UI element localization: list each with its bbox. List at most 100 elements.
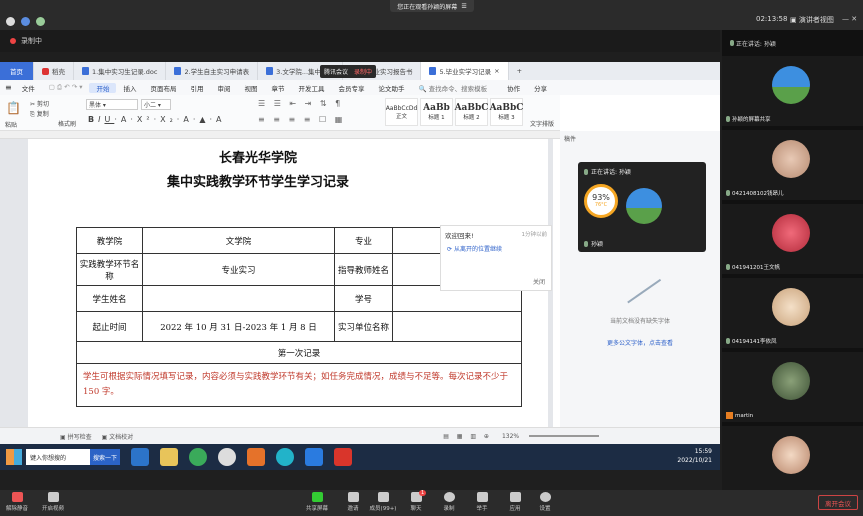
taskbar-search-button[interactable]: 搜索一下 <box>90 449 120 465</box>
table-cell[interactable]: 指导教师姓名 <box>334 253 393 286</box>
participant-tile[interactable]: 041941201王文帆 <box>722 204 863 276</box>
copy-button[interactable]: ⎘ 复制 <box>30 109 49 119</box>
tab-home[interactable]: 首页 <box>0 62 34 80</box>
doc-title-record: 集中实践教学环节学生学习记录 <box>166 175 349 190</box>
menu-insert[interactable]: 插入 <box>116 83 143 93</box>
table-cell[interactable]: 学号 <box>334 285 393 312</box>
window-controls[interactable]: — ✕ <box>842 15 857 23</box>
table-cell[interactable]: 起止时间 <box>76 311 143 342</box>
table-cell[interactable]: 实习单位名称 <box>334 311 393 342</box>
resume-link[interactable]: ⟳ 从离开的位置继续 <box>447 244 502 253</box>
table-cell[interactable] <box>142 285 335 312</box>
share-button[interactable]: 分享 <box>527 83 554 93</box>
table-cell[interactable]: 专业 <box>334 227 393 254</box>
collab-button[interactable]: 协作 <box>500 83 527 93</box>
menu-dev-tools[interactable]: 开发工具 <box>291 83 331 93</box>
menu-page-layout[interactable]: 页面布局 <box>143 83 183 93</box>
media-player-icon[interactable] <box>247 448 265 466</box>
zoom-value[interactable]: 132% <box>502 433 519 440</box>
paste-icon[interactable]: 📋 <box>6 101 21 115</box>
menu-chapter[interactable]: 章节 <box>264 83 291 93</box>
tencent-meeting-icon[interactable] <box>305 448 323 466</box>
style-heading-3[interactable]: AaBbC 标题 3 <box>490 98 523 126</box>
video-button[interactable]: 开启视频 <box>38 492 68 512</box>
mic-muted-icon <box>11 492 23 502</box>
tab-docer[interactable]: 稻壳 <box>34 62 74 80</box>
participant-tile[interactable]: 04194141李依凤 <box>722 278 863 350</box>
menu-start[interactable]: 开始 <box>89 82 117 93</box>
menu-view[interactable]: 视图 <box>237 83 264 93</box>
gallery-view-button[interactable]: ▣ 演讲者视图 <box>790 15 834 25</box>
paste-button[interactable]: 粘贴 <box>5 120 17 129</box>
menu-member[interactable]: 会员专享 <box>331 83 371 93</box>
table-cell[interactable] <box>392 311 522 342</box>
tab-doc-2[interactable]: 2.学生自主实习申请表 <box>166 62 259 80</box>
table-cell[interactable]: 专业实习 <box>142 253 335 286</box>
share-screen-button[interactable]: 共享屏幕 <box>302 492 332 512</box>
font-size-select[interactable]: 小二 ▾ <box>141 99 171 110</box>
invite-button[interactable]: 邀请 <box>338 492 368 512</box>
tab-doc-5[interactable]: 5.毕业实学习记录 × <box>421 62 509 80</box>
participant-tile[interactable]: 0421408102钱昂儿 <box>722 130 863 202</box>
hamburger-icon[interactable]: ≡ <box>5 83 12 92</box>
zoom-slider[interactable] <box>529 435 600 437</box>
table-cell[interactable]: 教学院 <box>76 227 143 254</box>
browser-360-icon[interactable] <box>189 448 207 466</box>
app-icon[interactable] <box>276 448 294 466</box>
raise-hand-button[interactable]: 举手 <box>467 492 497 512</box>
spell-check-toggle[interactable]: ▣ 拼写检查 <box>60 432 92 441</box>
table-cell[interactable]: 学生姓名 <box>76 285 143 312</box>
text-format-buttons[interactable]: BIU·A·X²·X₂·A·▲·A <box>88 115 226 124</box>
style-normal-name: 正文 <box>395 113 407 120</box>
file-explorer-icon[interactable] <box>160 448 178 466</box>
font-family-select[interactable]: 黑体 ▾ <box>86 99 138 110</box>
start-button-icon[interactable] <box>6 449 22 465</box>
command-search[interactable]: 🔍 查找命令、搜索模板 <box>411 83 494 93</box>
table-cell[interactable]: 2022 年 10 月 31 日-2023 年 1 月 8 日 <box>142 311 335 342</box>
menu-file[interactable]: 文件 <box>15 83 42 93</box>
style-heading-1[interactable]: AaBb 标题 1 <box>420 98 453 126</box>
leave-meeting-button[interactable]: 离开会议 <box>818 495 858 510</box>
table-cell[interactable]: 实践教学环节名称 <box>76 253 143 286</box>
horizontal-ruler[interactable] <box>0 131 560 139</box>
menu-thesis[interactable]: 论文助手 <box>371 83 411 93</box>
paragraph-align-buttons[interactable]: ≡ ≡ ≡ ≡ ☐ ▦ <box>258 115 345 124</box>
info-icon[interactable] <box>6 17 15 26</box>
banner-menu-icon[interactable]: ☰ <box>461 3 466 10</box>
view-mode-icons[interactable]: ▤ ▦ ▥ ⊕ <box>443 433 492 440</box>
menu-references[interactable]: 引用 <box>183 83 210 93</box>
participant-tile[interactable]: martin <box>722 352 863 424</box>
members-button[interactable]: 成员(99+) <box>368 492 398 512</box>
taskbar-clock[interactable]: 15:59 2022/10/21 <box>677 447 712 465</box>
ie-browser-icon[interactable] <box>131 448 149 466</box>
apps-button[interactable]: 应用 <box>500 492 530 512</box>
record-instruction-text[interactable]: 学生可根据实际情况填写记录，内容必须与实践教学环节有关；如任务完成情况，成绩与不… <box>76 363 522 407</box>
settings-button[interactable]: 设置 <box>530 492 560 512</box>
style-heading-2[interactable]: AaBbC 标题 2 <box>455 98 488 126</box>
cut-button[interactable]: ✂ 剪切 <box>30 99 49 108</box>
table-cell[interactable]: 文学院 <box>142 227 335 254</box>
participant-tile[interactable] <box>722 426 863 498</box>
app-icon[interactable] <box>218 448 236 466</box>
wps-office-icon[interactable] <box>334 448 352 466</box>
menu-review[interactable]: 审阅 <box>210 83 237 93</box>
tab-doc-1[interactable]: 1.集中实习生记录.doc <box>74 62 167 80</box>
screen-share-banner[interactable]: 您正在观看孙颖的屏幕 ☰ <box>390 0 474 12</box>
doc-proof-button[interactable]: ▣ 文档校对 <box>102 432 134 441</box>
mute-button[interactable]: 解除静音 <box>2 492 32 512</box>
style-normal[interactable]: AaBbCcDd 正文 <box>385 98 418 126</box>
paragraph-list-buttons[interactable]: ☰ ☰ ⇤ ⇥ ⇅ ¶ <box>258 99 343 108</box>
participant-tile[interactable]: 孙颖的屏幕共享 <box>722 56 863 128</box>
record-section-heading[interactable]: 第一次记录 <box>76 341 522 364</box>
taskbar-search-input[interactable]: 键入你想搜的 <box>26 449 90 465</box>
more-fonts-link[interactable]: 更多公文字体，点击查看 <box>560 338 720 347</box>
record-button[interactable]: 录制 <box>434 492 464 512</box>
text-layout-button[interactable]: 文字排版 <box>530 119 554 128</box>
quick-access-icons[interactable]: ▢ ⎙ ↶ ↷ ▾ <box>42 83 90 92</box>
document-canvas[interactable]: 长春光华学院 集中实践教学环节学生学习记录 教学院 文学院 专业 实践教学环节名… <box>0 139 553 427</box>
shield-icon[interactable] <box>21 17 30 26</box>
new-tab-button[interactable]: + <box>509 62 530 80</box>
chat-button[interactable]: 聊天 1 <box>401 490 431 512</box>
format-painter-button[interactable]: 格式刷 <box>58 119 76 128</box>
welcome-close-button[interactable]: 关闭 <box>533 277 545 286</box>
